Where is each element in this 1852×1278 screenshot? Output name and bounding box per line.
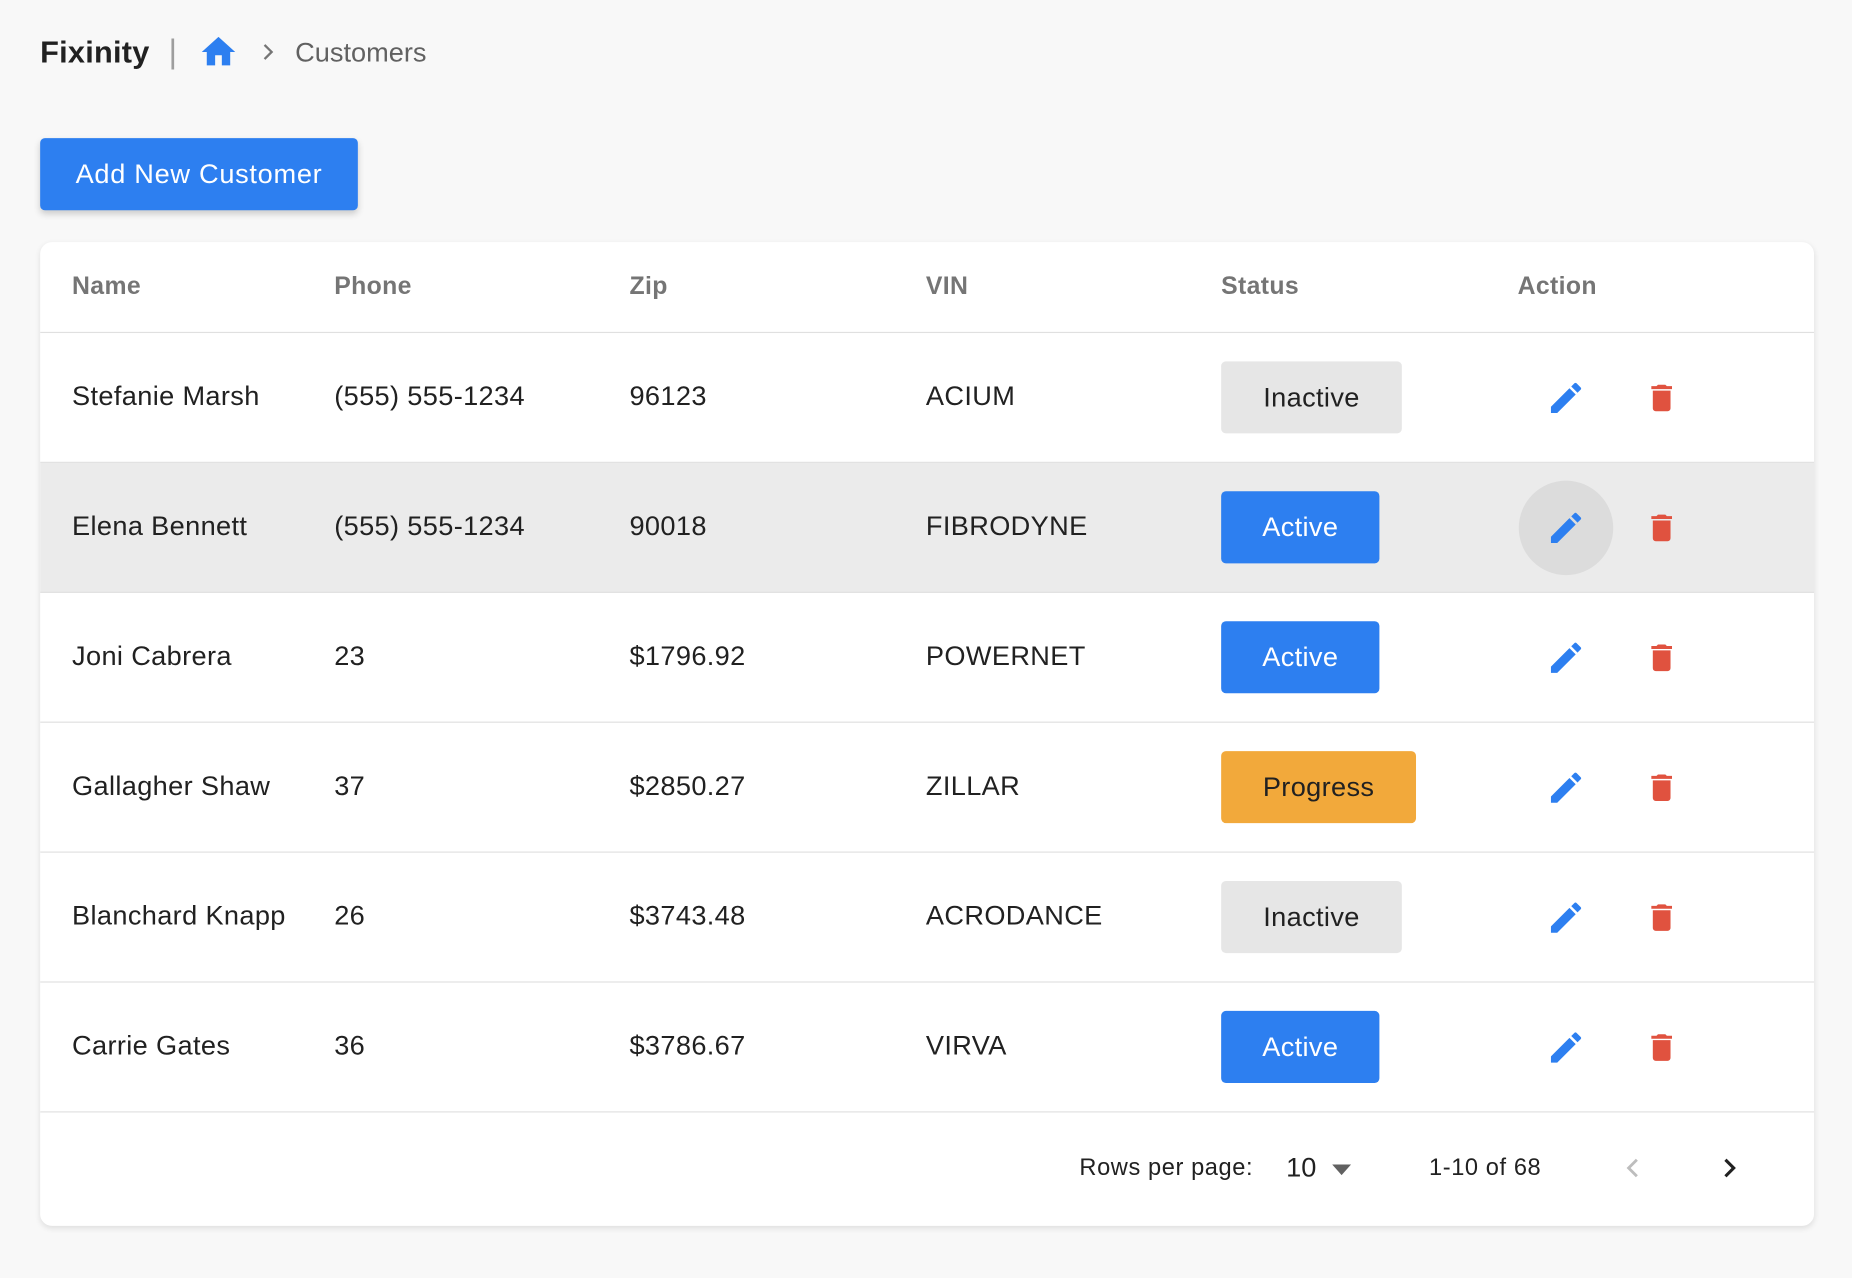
edit-button[interactable]	[1519, 351, 1613, 445]
previous-page-button[interactable]	[1600, 1135, 1666, 1201]
cell-name: Gallagher Shaw	[72, 770, 271, 801]
chevron-right-icon	[257, 41, 278, 62]
next-page-button[interactable]	[1696, 1135, 1762, 1201]
table-row[interactable]: Blanchard Knapp 26 $3743.48 ACRODANCE In…	[40, 853, 1815, 983]
table-row[interactable]: Joni Cabrera 23 $1796.92 POWERNET Active	[40, 593, 1815, 723]
status-badge[interactable]: Active	[1221, 491, 1380, 564]
edit-button[interactable]	[1519, 740, 1613, 834]
cell-name: Stefanie Marsh	[72, 380, 260, 411]
cell-vin: ZILLAR	[925, 770, 1021, 801]
trash-icon	[1651, 514, 1673, 542]
trash-icon	[1651, 644, 1673, 672]
caret-down-icon[interactable]	[1332, 1161, 1352, 1176]
chevron-left-icon	[1626, 1158, 1638, 1178]
cell-zip: $2850.27	[629, 770, 746, 801]
edit-button[interactable]	[1519, 611, 1613, 705]
status-badge[interactable]: Inactive	[1221, 361, 1402, 434]
pagination-range: 1-10 of 68	[1429, 1155, 1542, 1181]
pencil-icon	[1550, 512, 1582, 543]
trash-icon	[1651, 1034, 1673, 1061]
cell-name: Blanchard Knapp	[72, 899, 286, 931]
cell-phone: 36	[334, 1029, 366, 1061]
column-header-zip[interactable]: Zip	[629, 273, 667, 301]
home-icon[interactable]	[198, 32, 238, 72]
trash-icon	[1651, 904, 1673, 931]
table-row[interactable]: Gallagher Shaw 37 $2850.27 ZILLAR Progre…	[40, 723, 1815, 853]
status-badge[interactable]: Active	[1221, 621, 1380, 694]
cell-vin: ACIUM	[925, 380, 1016, 411]
trash-icon	[1651, 774, 1673, 802]
breadcrumb-current: Customers	[295, 36, 427, 67]
cell-name: Joni Cabrera	[72, 640, 232, 671]
cell-zip: $1796.92	[629, 640, 746, 671]
brand-title: Fixinity	[40, 33, 150, 70]
column-header-phone[interactable]: Phone	[334, 273, 412, 301]
column-header-status[interactable]: Status	[1221, 273, 1299, 301]
pencil-icon	[1550, 902, 1582, 933]
status-badge[interactable]: Progress	[1221, 751, 1417, 824]
pencil-icon	[1550, 382, 1582, 414]
cell-zip: 90018	[629, 510, 707, 541]
cell-phone: 26	[334, 899, 366, 931]
status-badge[interactable]: Active	[1221, 1010, 1380, 1083]
edit-button[interactable]	[1519, 870, 1613, 964]
cell-zip: 96123	[629, 380, 707, 411]
pencil-icon	[1550, 642, 1582, 673]
cell-phone: 23	[334, 640, 366, 671]
edit-button[interactable]	[1519, 1000, 1613, 1094]
page-root: Fixinity | Customers Add New Customer Na…	[0, 0, 1852, 1278]
chevron-right-icon	[1724, 1158, 1736, 1178]
column-header-action: Action	[1517, 272, 1597, 300]
cell-name: Carrie Gates	[72, 1029, 231, 1061]
pencil-icon	[1550, 1032, 1582, 1063]
breadcrumb-separator: |	[168, 33, 178, 70]
cell-zip: $3743.48	[629, 899, 746, 931]
table-pagination: Rows per page: 10 1-10 of 68	[40, 1114, 1814, 1226]
delete-button[interactable]	[1614, 1000, 1708, 1094]
cell-name: Elena Bennett	[72, 510, 248, 541]
cell-vin: ACRODANCE	[925, 899, 1103, 931]
edit-button[interactable]	[1518, 480, 1614, 576]
customers-table-card: Name Phone Zip VIN Status Action Stefani…	[40, 242, 1815, 1226]
delete-button[interactable]	[1614, 870, 1708, 964]
table-row[interactable]: Stefanie Marsh (555) 555-1234 96123 ACIU…	[40, 333, 1815, 463]
delete-button[interactable]	[1614, 740, 1708, 834]
column-header-name[interactable]: Name	[72, 273, 141, 301]
cell-vin: POWERNET	[925, 640, 1086, 671]
table-row[interactable]: Carrie Gates 36 $3786.67 VIRVA Active	[40, 983, 1815, 1113]
cell-phone: (555) 555-1234	[334, 510, 525, 541]
table-row[interactable]: Elena Bennett (555) 555-1234 90018 FIBRO…	[40, 462, 1815, 593]
cell-zip: $3786.67	[629, 1029, 746, 1061]
cell-vin: VIRVA	[925, 1029, 1007, 1061]
table-header: Name Phone Zip VIN Status Action	[40, 242, 1815, 334]
delete-button[interactable]	[1614, 611, 1708, 705]
cell-phone: (555) 555-1234	[334, 380, 525, 411]
trash-icon	[1651, 384, 1673, 412]
column-header-vin[interactable]: VIN	[926, 273, 968, 301]
status-badge[interactable]: Inactive	[1221, 881, 1402, 954]
cell-phone: 37	[334, 770, 366, 801]
rows-per-page-select[interactable]: 10	[1286, 1151, 1316, 1183]
cell-vin: FIBRODYNE	[925, 510, 1088, 541]
delete-button[interactable]	[1614, 481, 1708, 575]
breadcrumb: Fixinity | Customers	[40, 31, 426, 74]
pencil-icon	[1550, 772, 1582, 803]
delete-button[interactable]	[1614, 351, 1708, 445]
add-customer-button[interactable]: Add New Customer	[40, 138, 358, 211]
rows-per-page-label: Rows per page:	[1079, 1155, 1254, 1181]
